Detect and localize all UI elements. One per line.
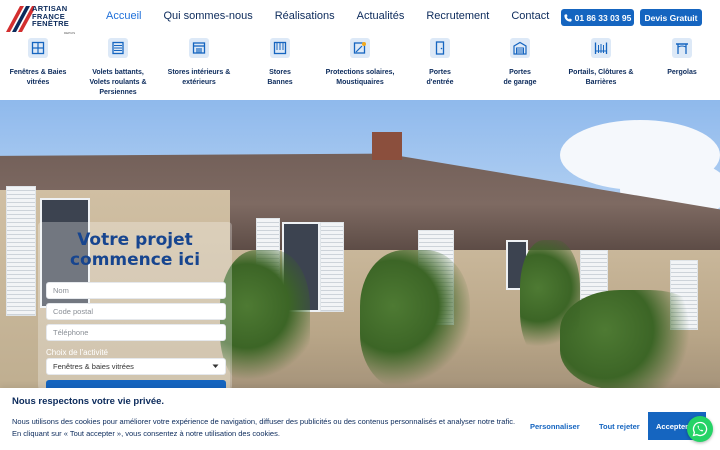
category-label-line: Fenêtres & Baies [9, 69, 67, 76]
activity-select[interactable]: Fenêtres & baies vitrées [46, 358, 226, 375]
category-label-line: de garage [503, 79, 537, 86]
category-label-line: Portes [429, 69, 451, 76]
logo-line-3: FENÊTRE [32, 19, 70, 29]
brand-logo[interactable]: ARTISAN FRANCE FENÊTRE DEPUIS 2001 [6, 4, 82, 39]
category-portes-garage[interactable]: Portes de garage [480, 38, 560, 88]
garage-icon [510, 38, 530, 58]
form-title: Votre projet commence ici [38, 230, 232, 270]
sun-protection-icon [350, 38, 370, 58]
whatsapp-icon [692, 421, 708, 437]
awning-icon [270, 38, 290, 58]
category-label: Portes de garage [480, 68, 560, 88]
category-label: Portes d'entrée [400, 68, 480, 88]
category-portes-entree[interactable]: Portes d'entrée [400, 38, 480, 88]
hero-vines [560, 290, 710, 390]
phone-number: 01 86 33 03 95 [574, 12, 632, 23]
cookie-text: En cliquant sur « Tout accepter », vous … [12, 429, 280, 438]
customize-cookies-button[interactable]: Personnaliser [530, 422, 580, 431]
gate-icon [591, 38, 611, 58]
activity-selected-value: Fenêtres & baies vitrées [53, 362, 134, 371]
category-label-line: Volets roulants & [89, 79, 147, 86]
category-label-line: Barrières [585, 79, 617, 86]
category-label-line: Stores [269, 69, 291, 76]
category-label-line: Protections solaires, [325, 69, 395, 76]
nav-item-recrutement[interactable]: Recrutement [426, 10, 489, 22]
category-pergolas[interactable]: Pergolas [642, 38, 720, 78]
category-label-line: vitrées [26, 79, 50, 86]
activity-label: Choix de l'activité [46, 348, 108, 357]
nav-item-realisations[interactable]: Réalisations [275, 10, 335, 22]
category-label: Pergolas [642, 68, 720, 78]
name-input[interactable]: Nom [46, 282, 226, 299]
hero-vines [360, 250, 470, 390]
main-nav: Accueil Qui sommes-nous Réalisations Act… [106, 10, 571, 22]
hero-shutter [6, 186, 36, 316]
nav-item-actualites[interactable]: Actualités [357, 10, 405, 22]
logo-stripes-icon [6, 6, 34, 32]
category-label: Fenêtres & Baies vitrées [0, 68, 78, 88]
site-header: ARTISAN FRANCE FENÊTRE DEPUIS 2001 Accue… [0, 0, 720, 39]
logo-wordmark: ARTISAN FRANCE FENÊTRE [32, 5, 69, 28]
category-label-line: Persiennes [99, 89, 137, 96]
nav-item-qui-sommes-nous[interactable]: Qui sommes-nous [163, 10, 252, 22]
reject-all-button[interactable]: Tout rejeter [599, 422, 640, 431]
category-label-line: Volets battants, [92, 69, 144, 76]
category-label: Stores intérieurs & extérieurs [159, 68, 239, 88]
hero-chimney [372, 132, 402, 160]
category-label-line: extérieurs [182, 79, 216, 86]
free-quote-button[interactable]: Devis Gratuit [640, 9, 702, 26]
category-label: Volets battants, Volets roulants & Persi… [78, 68, 158, 98]
cookie-banner: Nous respectons votre vie privée. Nous u… [0, 388, 720, 450]
category-label: Portails, Clôtures & Barrières [561, 68, 641, 88]
chevron-down-icon [212, 364, 219, 368]
category-label-line: Bannes [267, 79, 293, 86]
window-icon [28, 38, 48, 58]
category-label-line: Portails, Clôtures & [568, 69, 634, 76]
category-portails[interactable]: Portails, Clôtures & Barrières [561, 38, 641, 88]
whatsapp-button[interactable] [687, 416, 713, 442]
hero-vines [520, 240, 580, 360]
nav-item-contact[interactable]: Contact [511, 10, 549, 22]
category-protections-solaires[interactable]: Protections solaires, Moustiquaires [320, 38, 400, 88]
form-title-line: commence ici [69, 250, 201, 270]
phone-input[interactable]: Téléphone [46, 324, 226, 341]
category-label: Protections solaires, Moustiquaires [320, 68, 400, 88]
cookie-text: Nous utilisons des cookies pour améliore… [12, 417, 516, 426]
phone-button[interactable]: 01 86 33 03 95 [561, 9, 634, 26]
category-label-line: Portes [509, 69, 531, 76]
nav-item-accueil[interactable]: Accueil [106, 10, 141, 22]
phone-icon [564, 13, 572, 22]
category-fenetres[interactable]: Fenêtres & Baies vitrées [0, 38, 78, 88]
shutter-icon [108, 38, 128, 58]
category-label-line: d'entrée [426, 79, 454, 86]
category-stores[interactable]: Stores intérieurs & extérieurs [159, 38, 239, 88]
category-volets[interactable]: Volets battants, Volets roulants & Persi… [78, 38, 158, 98]
store-icon [189, 38, 209, 58]
form-title-line: Votre projet [77, 230, 193, 250]
hero-vines [220, 250, 310, 390]
category-label-line: Pergolas [667, 69, 697, 76]
pergola-icon [672, 38, 692, 58]
hero-shutter [320, 222, 344, 312]
cookie-title: Nous respectons votre vie privée. [12, 396, 165, 407]
category-label: Stores Bannes [240, 68, 320, 88]
category-label-line: Stores intérieurs & [167, 69, 231, 76]
category-stores-bannes[interactable]: Stores Bannes [240, 38, 320, 88]
postal-code-input[interactable]: Code postal [46, 303, 226, 320]
door-icon [430, 38, 450, 58]
category-label-line: Moustiquaires [336, 79, 384, 86]
category-bar: Fenêtres & Baies vitrées Volets battants… [0, 36, 720, 100]
